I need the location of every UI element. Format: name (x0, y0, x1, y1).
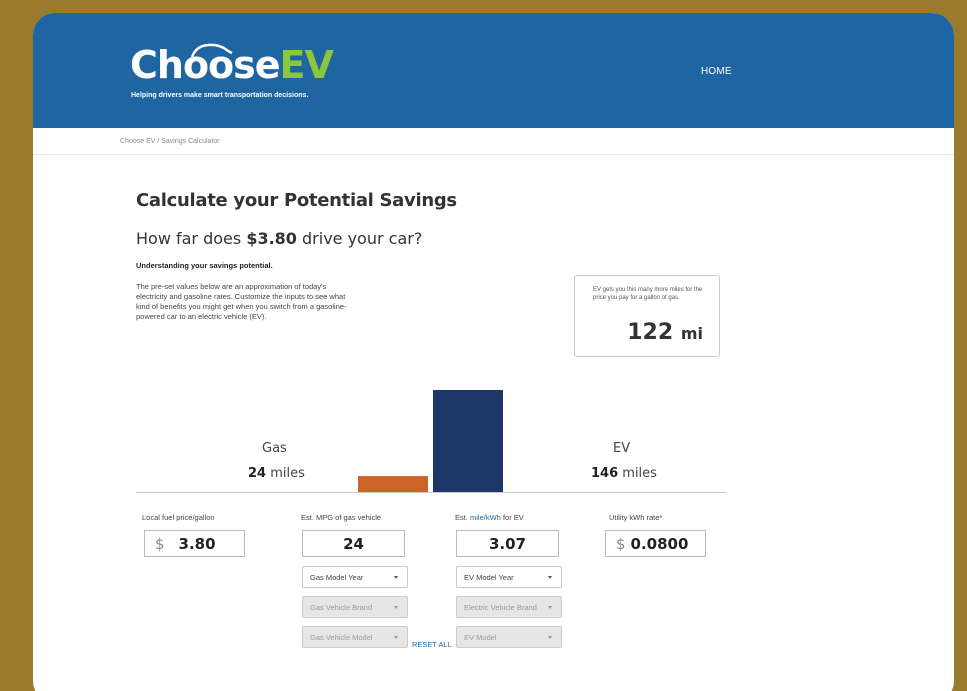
ev-model-text: EV Model (464, 632, 497, 642)
ev-model-year-text: EV Model Year (464, 572, 514, 582)
gas-vehicle-brand-select[interactable]: Gas Vehicle Brand (302, 596, 408, 618)
intro-paragraph: The pre-set values below are an approxim… (136, 282, 347, 321)
ev-model-select[interactable]: EV Model (456, 626, 562, 648)
caret-down-icon (548, 606, 552, 609)
mpg-label: Est. MPG of gas vehicle (301, 513, 382, 522)
savings-subhead: Understanding your savings potential. (136, 261, 273, 270)
fuel-price-input[interactable]: $3.80 (144, 530, 245, 557)
logo-tagline: Helping drivers make smart transportatio… (131, 92, 309, 99)
callout-text: EV gets you this many more miles for the… (593, 287, 703, 301)
gas-vehicle-brand-text: Gas Vehicle Brand (310, 602, 373, 612)
mile-kwh-input[interactable]: 3.07 (456, 530, 559, 557)
ev-miles: 146 miles (591, 466, 657, 481)
breadcrumb[interactable]: Choose EV / Savings Calculator (120, 138, 220, 145)
gas-model-year-select[interactable]: Gas Model Year (302, 566, 408, 588)
electric-vehicle-brand-select[interactable]: Electric Vehicle Brand (456, 596, 562, 618)
car-outline-icon (190, 43, 233, 58)
dollar-icon: $ (616, 534, 626, 553)
ev-miles-value: 146 (591, 466, 619, 481)
breadcrumb-bar: Choose EV / Savings Calculator (33, 128, 954, 155)
callout-value: 122 mi (627, 320, 703, 345)
question-prefix: How far does (136, 229, 247, 248)
bar-gas (358, 476, 428, 493)
fuel-price-value: 3.80 (178, 534, 216, 553)
reset-all-button[interactable]: RESET ALL (412, 640, 452, 649)
callout-number: 122 (627, 320, 674, 345)
fuel-price-label: Local fuel price/gallon (142, 513, 215, 522)
site-header: ChooseEV Helping drivers make smart tran… (33, 13, 954, 128)
mpg-value: 24 (343, 534, 364, 553)
caret-down-icon (394, 576, 398, 579)
gas-miles: 24 miles (248, 466, 305, 481)
mile-kwh-value: 3.07 (488, 534, 526, 553)
page-frame: ChooseEV Helping drivers make smart tran… (33, 13, 954, 691)
nav-home-link[interactable]: HOME (701, 66, 732, 77)
callout-unit: mi (680, 324, 703, 343)
mpg-input[interactable]: 24 (302, 530, 405, 557)
gas-vehicle-model-text: Gas Vehicle Model (310, 632, 373, 642)
caret-down-icon (394, 606, 398, 609)
mile-kwh-suffix: for EV (500, 513, 524, 522)
mile-kwh-link[interactable]: mile/kWh (470, 513, 501, 522)
kwh-rate-input[interactable]: $0.0800 (605, 530, 706, 557)
dollar-icon: $ (155, 534, 165, 553)
gas-miles-value: 24 (248, 466, 267, 481)
kwh-rate-value: 0.0800 (630, 534, 689, 553)
page-title: Calculate your Potential Savings (136, 190, 457, 211)
caret-down-icon (548, 636, 552, 639)
ev-label: EV (613, 441, 631, 456)
logo-ev-text: EV (279, 43, 334, 87)
gas-miles-unit: miles (270, 466, 305, 481)
gas-label: Gas (262, 441, 287, 456)
electric-vehicle-brand-text: Electric Vehicle Brand (464, 602, 537, 612)
gas-model-year-text: Gas Model Year (310, 572, 364, 582)
caret-down-icon (394, 636, 398, 639)
caret-down-icon (548, 576, 552, 579)
savings-question: How far does $3.80 drive your car? (136, 229, 422, 248)
ev-miles-unit: miles (622, 466, 657, 481)
mile-kwh-label: Est. mile/kWh for EV (455, 513, 524, 522)
ev-model-year-select[interactable]: EV Model Year (456, 566, 562, 588)
bar-ev (433, 390, 503, 493)
choose-ev-logo[interactable]: ChooseEV Helping drivers make smart tran… (130, 43, 370, 99)
mile-kwh-prefix: Est. (455, 513, 471, 522)
kwh-rate-label: Utility kWh rate* (609, 513, 663, 522)
question-suffix: drive your car? (296, 229, 423, 248)
question-amount: $3.80 (246, 229, 297, 248)
chart-baseline (136, 492, 726, 493)
gas-vehicle-model-select[interactable]: Gas Vehicle Model (302, 626, 408, 648)
extra-miles-callout: EV gets you this many more miles for the… (574, 275, 720, 357)
